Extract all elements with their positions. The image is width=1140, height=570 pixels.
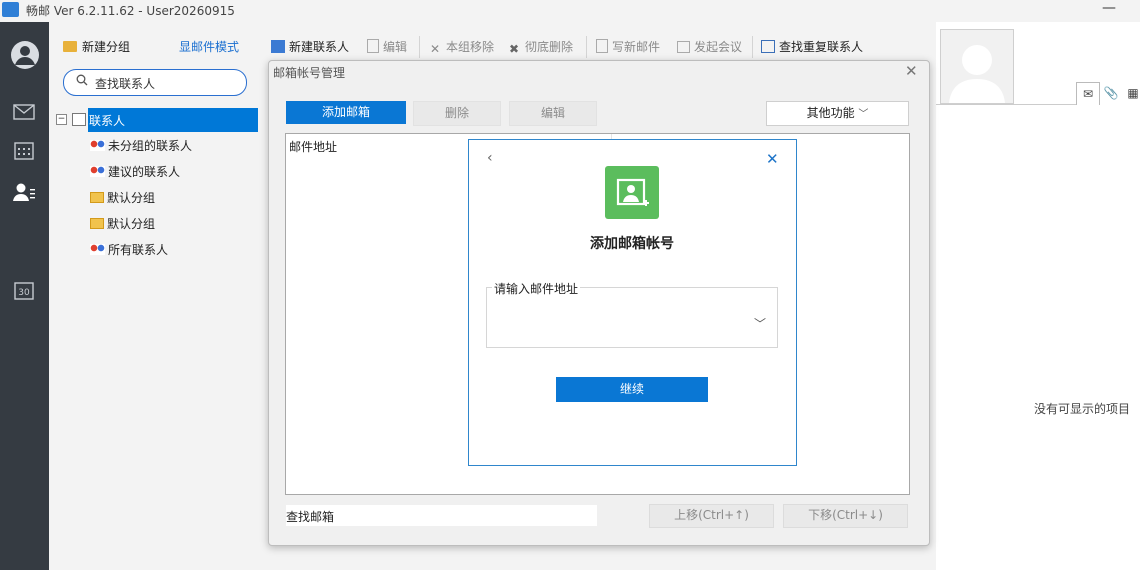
tree-item-default-group-1[interactable]: 默认分组 xyxy=(90,189,155,207)
folder-icon xyxy=(90,192,104,203)
delete-x-icon: ✖ xyxy=(509,42,520,56)
search-placeholder: 查找联系人 xyxy=(95,77,156,91)
detail-divider xyxy=(936,104,1076,105)
empty-message: 没有可显示的项目 xyxy=(1034,402,1131,416)
delete-mailbox-button[interactable]: 删除 xyxy=(413,101,501,126)
new-group-button[interactable]: 新建分组 xyxy=(63,38,130,55)
edit-icon xyxy=(367,39,379,53)
new-contact-label: 新建联系人 xyxy=(289,40,350,54)
folder-add-icon xyxy=(63,41,77,52)
find-duplicates-button[interactable]: 查找重复联系人 xyxy=(761,38,863,56)
mail-tab-icon[interactable]: ✉ xyxy=(1076,82,1100,105)
remove-icon: ✕ xyxy=(430,42,441,56)
dialog-close-icon[interactable]: ✕ xyxy=(905,62,918,80)
people-icon xyxy=(90,140,105,151)
find-mailbox-input[interactable]: 查找邮箱 xyxy=(286,505,597,526)
find-duplicates-icon xyxy=(761,40,775,53)
contact-avatar xyxy=(940,29,1014,104)
move-up-button[interactable]: 上移(Ctrl+↑) xyxy=(649,504,774,528)
app-logo-icon xyxy=(2,2,19,17)
toolbar-divider xyxy=(586,36,587,58)
start-meeting-label: 发起会议 xyxy=(694,40,743,54)
add-mailbox-button[interactable]: 添加邮箱 xyxy=(286,101,406,124)
delete-label: 彻底删除 xyxy=(525,40,574,54)
svg-text:30: 30 xyxy=(18,288,30,298)
address-book-icon xyxy=(72,113,86,126)
detail-tabs: ✉ 📎 ▦ xyxy=(1076,82,1140,105)
back-icon[interactable]: ‹ xyxy=(487,150,493,166)
find-duplicates-label: 查找重复联系人 xyxy=(779,40,864,54)
write-mail-label: 写新邮件 xyxy=(612,40,661,54)
tree-item-ungrouped[interactable]: 未分组的联系人 xyxy=(90,137,192,155)
dialog-title: 邮箱帐号管理 xyxy=(273,66,346,80)
edit-label: 编辑 xyxy=(383,40,408,54)
remove-label: 本组移除 xyxy=(446,40,495,54)
modal-close-icon[interactable]: ✕ xyxy=(766,150,779,168)
email-address-label: 请输入邮件地址 xyxy=(492,280,581,297)
calendar-icon[interactable] xyxy=(10,142,38,170)
mail-icon[interactable] xyxy=(10,102,38,130)
nav-rail: 30 xyxy=(0,22,49,570)
write-mail-button[interactable]: 写新邮件 xyxy=(596,38,660,56)
find-mailbox-label: 查找邮箱 xyxy=(286,510,335,524)
remove-from-group-button[interactable]: ✕ 本组移除 xyxy=(430,38,494,56)
chevron-down-icon: ﹀ xyxy=(858,109,869,120)
compose-icon xyxy=(596,39,608,53)
minimize-button[interactable]: — xyxy=(1100,0,1118,20)
tree-item-label: 建议的联系人 xyxy=(108,165,181,179)
add-account-icon xyxy=(605,166,659,219)
meeting-icon xyxy=(677,41,690,53)
move-down-button[interactable]: 下移(Ctrl+↓) xyxy=(783,504,908,528)
window-title: 畅邮 Ver 6.2.11.62 - User20260915 xyxy=(26,4,235,18)
profile-icon[interactable] xyxy=(10,40,39,69)
new-contact-icon xyxy=(271,40,285,53)
toolbar-divider xyxy=(752,36,753,58)
contacts-panel xyxy=(49,22,262,570)
mail-mode-link[interactable]: 显邮件模式 xyxy=(179,38,239,55)
delete-permanently-button[interactable]: ✖ 彻底删除 xyxy=(509,38,573,56)
contacts-icon[interactable] xyxy=(10,182,38,210)
edit-contact-button[interactable]: 编辑 xyxy=(367,38,407,56)
tree-root-contacts[interactable]: 联系人 xyxy=(88,108,258,132)
people-icon xyxy=(90,166,105,177)
chevron-down-icon[interactable]: ﹀ xyxy=(754,315,766,332)
tree-item-all-contacts[interactable]: 所有联系人 xyxy=(90,241,168,259)
calendar-tab-icon[interactable]: ▦ xyxy=(1122,82,1140,104)
new-contact-button[interactable]: 新建联系人 xyxy=(271,38,349,56)
new-group-label: 新建分组 xyxy=(82,40,131,54)
tree-item-default-group-2[interactable]: 默认分组 xyxy=(90,215,155,233)
people-icon xyxy=(90,244,105,255)
edit-mailbox-button[interactable]: 编辑 xyxy=(509,101,597,126)
contact-search-input[interactable]: 查找联系人 xyxy=(63,69,247,96)
tree-root-label: 联系人 xyxy=(89,114,126,128)
collapse-toggle[interactable]: − xyxy=(56,114,67,125)
calendar-30-icon[interactable]: 30 xyxy=(10,282,38,310)
tree-item-label: 所有联系人 xyxy=(108,243,169,257)
other-functions-label: 其他功能 xyxy=(806,106,855,120)
tree-item-label: 未分组的联系人 xyxy=(108,139,193,153)
start-meeting-button[interactable]: 发起会议 xyxy=(677,38,742,56)
tree-item-suggested[interactable]: 建议的联系人 xyxy=(90,163,180,181)
search-icon xyxy=(76,74,88,89)
column-header-mail-address[interactable]: 邮件地址 xyxy=(289,138,337,155)
attachment-tab-icon[interactable]: 📎 xyxy=(1100,82,1122,104)
tree-item-label: 默认分组 xyxy=(107,217,156,231)
tree-item-label: 默认分组 xyxy=(107,191,156,205)
continue-button[interactable]: 继续 xyxy=(556,377,708,402)
folder-icon xyxy=(90,218,104,229)
modal-title: 添加邮箱帐号 xyxy=(590,236,674,252)
toolbar-divider xyxy=(419,36,420,58)
other-functions-button[interactable]: 其他功能 ﹀ xyxy=(766,101,909,126)
